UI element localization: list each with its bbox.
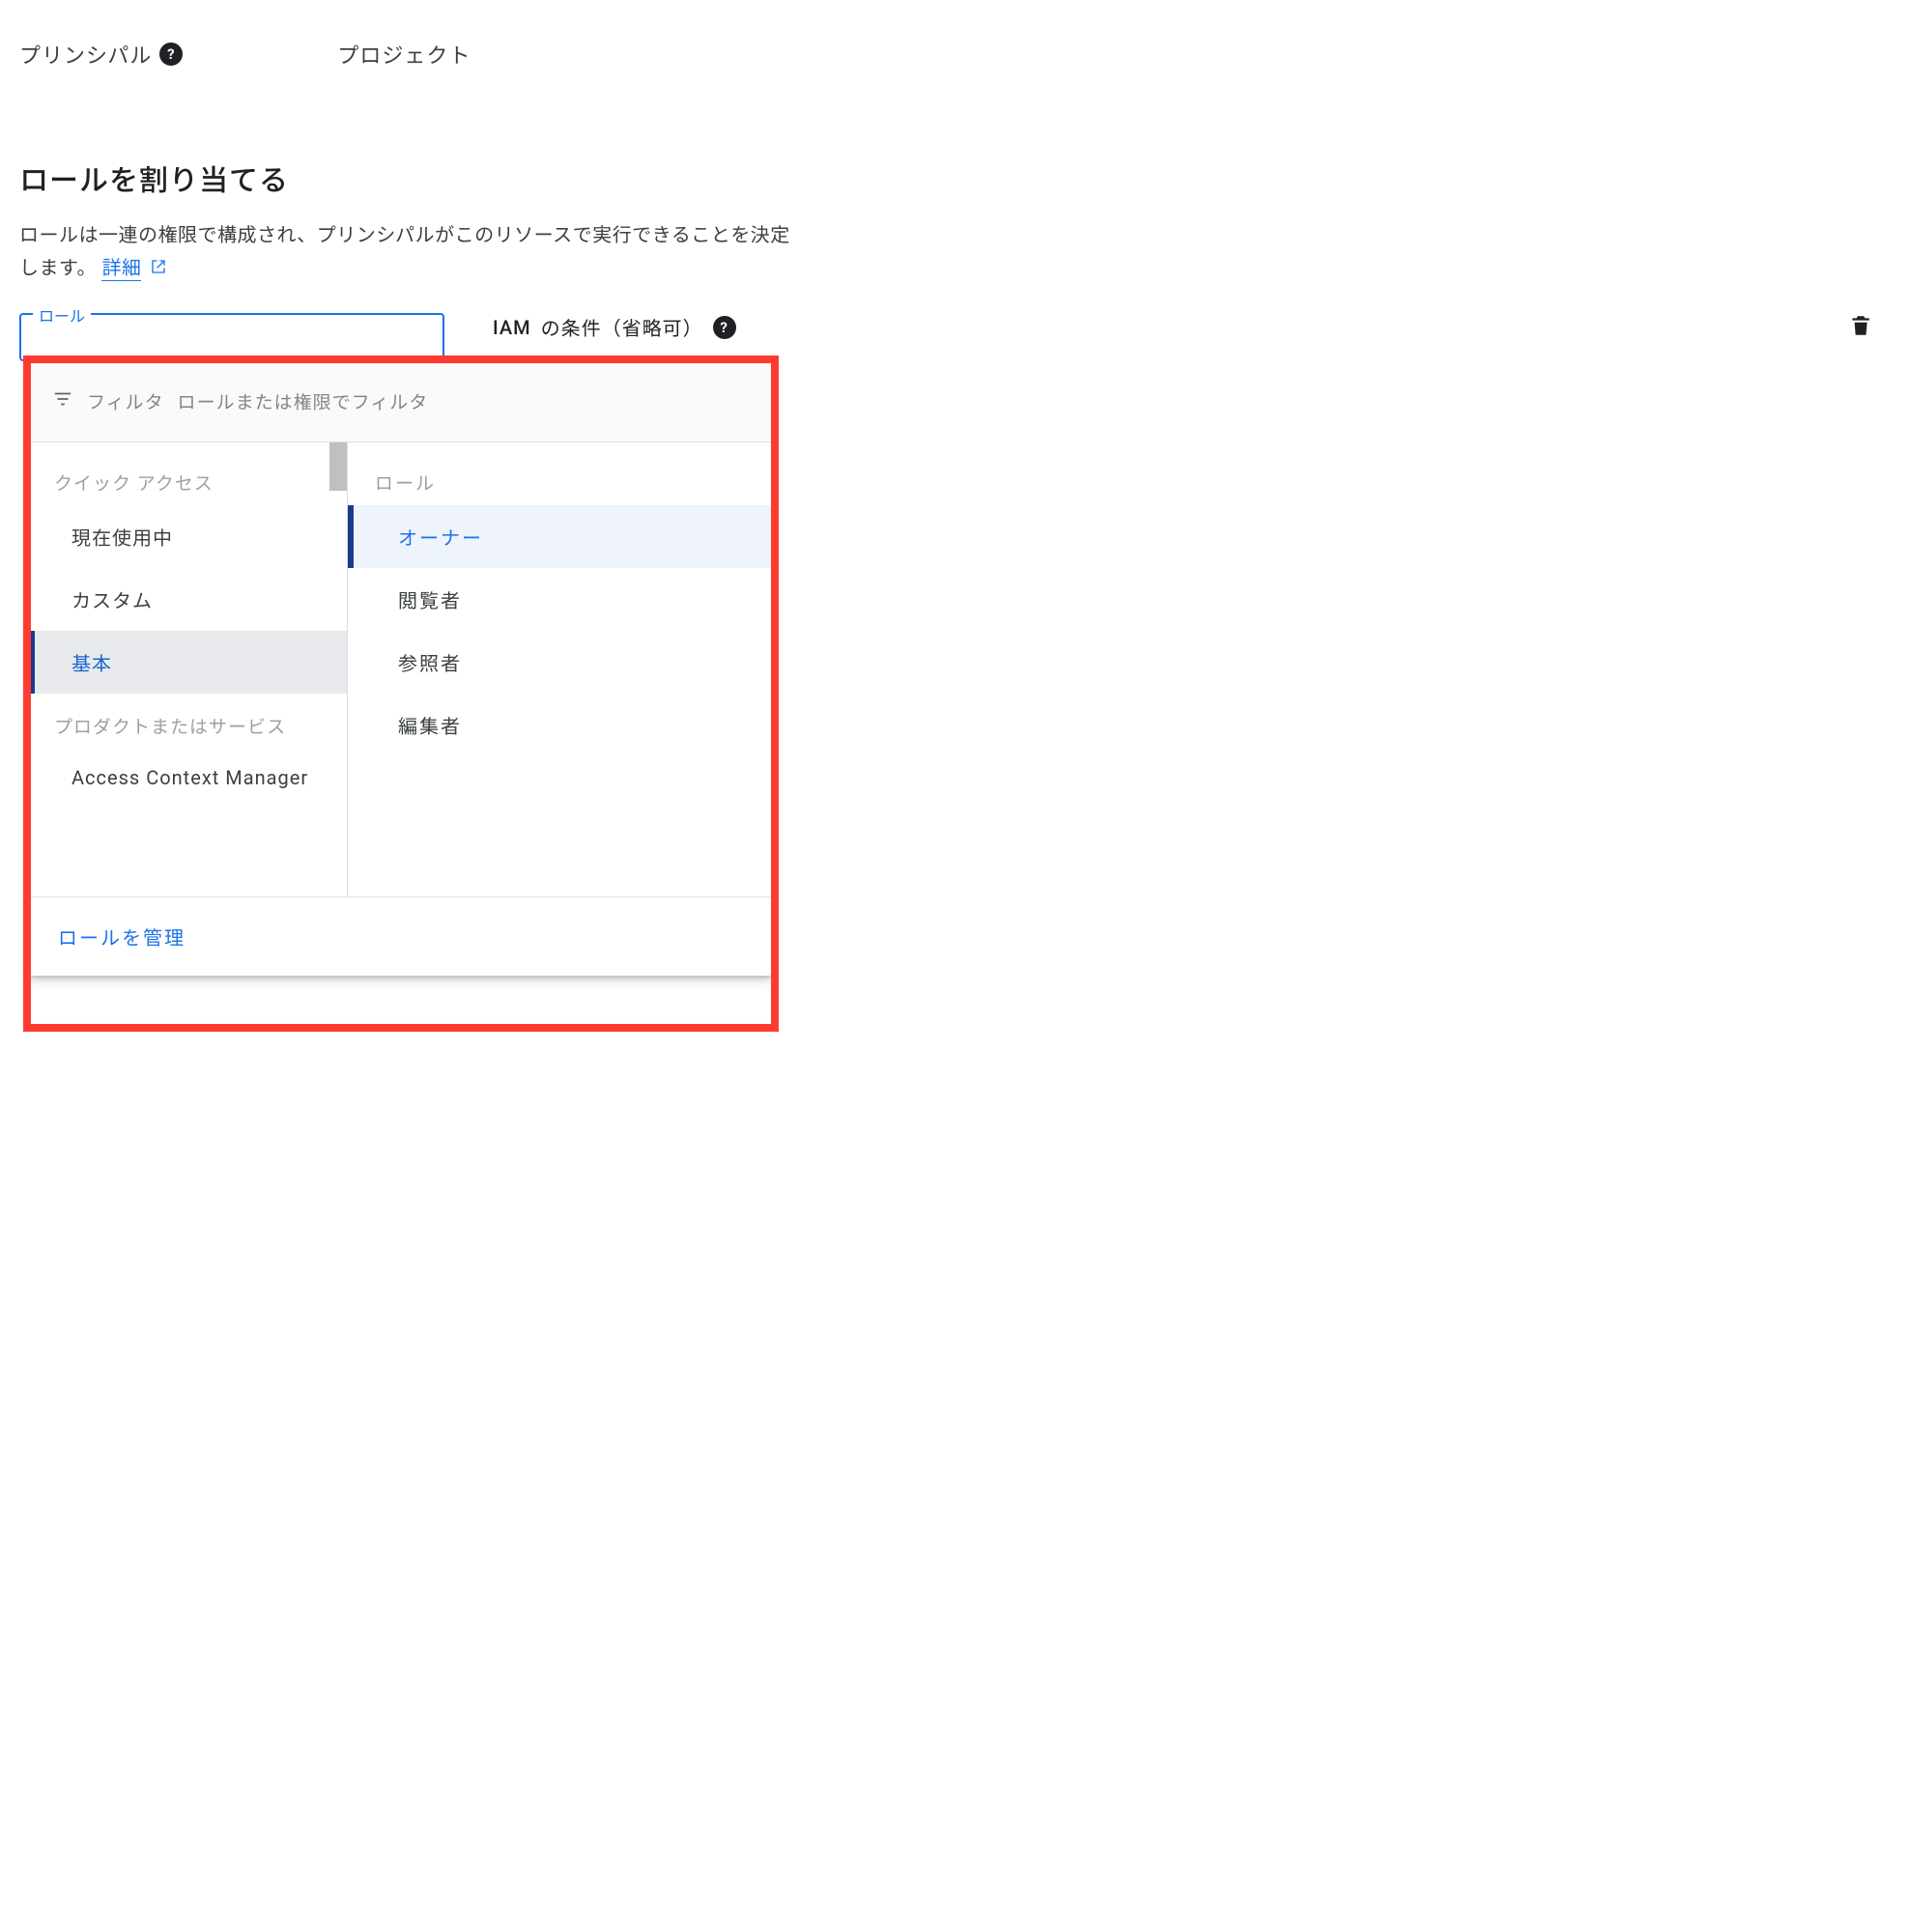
dropdown-right-roles: ロール オーナー 閲覧者 参照者 編集者: [348, 442, 773, 896]
iam-label-rest: の条件（省略可）: [541, 313, 703, 341]
top-info-row: プリンシパル ? プロジェクト: [19, 39, 1893, 70]
dropdown-body: クイック アクセス 現在使用中 カスタム 基本 プロダクトまたはサービス Acc…: [29, 442, 773, 896]
role-viewer[interactable]: 閲覧者: [348, 568, 773, 631]
trash-icon: [1848, 313, 1873, 338]
external-link-icon: [145, 256, 165, 279]
desc-line-2: します。: [19, 256, 97, 279]
iam-label-bold: IAM: [493, 316, 531, 339]
help-icon[interactable]: ?: [159, 43, 183, 66]
product-service-header: プロダクトまたはサービス: [29, 703, 347, 749]
dropdown-left-categories: クイック アクセス 現在使用中 カスタム 基本 プロダクトまたはサービス Acc…: [29, 442, 348, 896]
filter-icon: [52, 388, 73, 414]
scrollbar-thumb[interactable]: [329, 442, 347, 491]
category-acm[interactable]: Access Context Manager: [29, 749, 347, 807]
manage-roles-link[interactable]: ロールを管理: [58, 926, 185, 950]
role-owner[interactable]: オーナー: [348, 505, 773, 568]
role-browser[interactable]: 参照者: [348, 631, 773, 694]
iam-condition-area: IAM の条件（省略可） ?: [493, 313, 736, 341]
dropdown-filter-row[interactable]: フィルタ ロールまたは権限でフィルタ: [29, 361, 773, 442]
filter-placeholder: ロールまたは権限でフィルタ: [178, 388, 429, 414]
learn-more-link[interactable]: 詳細: [101, 256, 141, 281]
roles-header: ロール: [348, 460, 773, 505]
filter-label: フィルタ: [87, 388, 164, 414]
project-label: プロジェクト: [337, 39, 471, 70]
assign-roles-title: ロールを割り当てる: [19, 156, 1893, 199]
role-select[interactable]: ロール: [19, 313, 444, 361]
dropdown-footer: ロールを管理: [29, 896, 773, 976]
role-assignment-row: ロール フィルタ ロールまたは権限でフィルタ クイック アクセス 現在使用中 カ: [19, 313, 1893, 361]
role-field-wrap: ロール フィルタ ロールまたは権限でフィルタ クイック アクセス 現在使用中 カ: [19, 313, 444, 361]
principal-label-group: プリンシパル ?: [19, 39, 183, 70]
quick-access-header: クイック アクセス: [29, 460, 347, 505]
category-in-use[interactable]: 現在使用中: [29, 505, 347, 568]
role-field-label: ロール: [33, 303, 91, 327]
help-icon[interactable]: ?: [713, 316, 736, 339]
role-editor[interactable]: 編集者: [348, 694, 773, 756]
project-label-group: プロジェクト: [337, 39, 471, 70]
desc-line-1: ロールは一連の権限で構成され、プリンシパルがこのリソースで実行できることを決定: [19, 223, 790, 246]
category-basic[interactable]: 基本: [29, 631, 347, 694]
category-custom[interactable]: カスタム: [29, 568, 347, 631]
role-dropdown: フィルタ ロールまたは権限でフィルタ クイック アクセス 現在使用中 カスタム …: [29, 361, 773, 976]
delete-button[interactable]: [1848, 313, 1873, 344]
assign-roles-description: ロールは一連の権限で構成され、プリンシパルがこのリソースで実行できることを決定 …: [19, 218, 937, 284]
principal-label: プリンシパル: [19, 39, 152, 70]
